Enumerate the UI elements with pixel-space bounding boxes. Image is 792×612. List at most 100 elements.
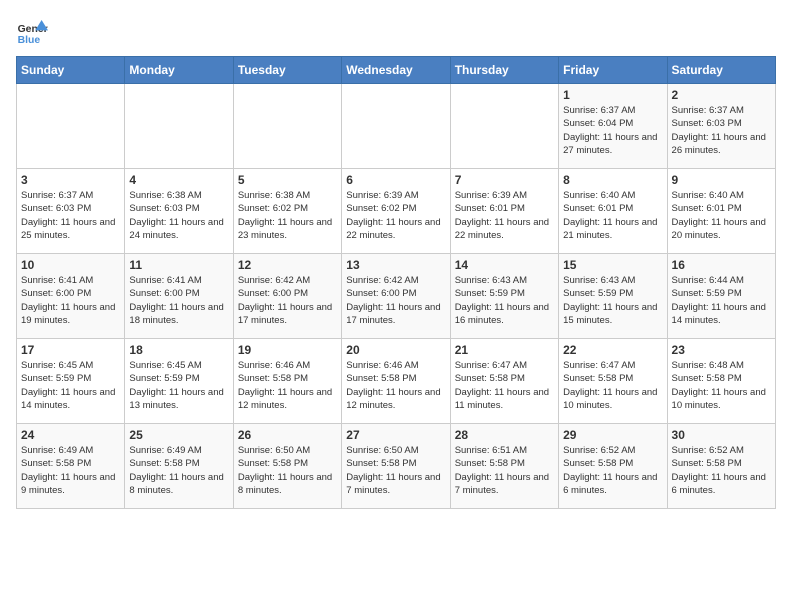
header-row: SundayMondayTuesdayWednesdayThursdayFrid… (17, 57, 776, 84)
column-header-wednesday: Wednesday (342, 57, 450, 84)
day-number: 19 (238, 343, 337, 357)
day-cell (17, 84, 125, 169)
day-cell: 3Sunrise: 6:37 AM Sunset: 6:03 PM Daylig… (17, 169, 125, 254)
day-cell: 22 Sunrise: 6:47 AM Sunset: 5:58 PM Dayli… (559, 339, 667, 424)
day-number: 20 (346, 343, 445, 357)
day-cell: 29 Sunrise: 6:52 AM Sunset: 5:58 PM Dayli… (559, 424, 667, 509)
day-info: Sunrise: 6:38 AM Sunset: 6:02 PM Dayligh… (238, 189, 337, 242)
day-info: Sunrise: 6:48 AM Sunset: 5:58 PM Dayligh… (672, 359, 771, 412)
day-info: Sunrise: 6:37 AM Sunset: 6:03 PM Dayligh… (21, 189, 120, 242)
calendar-table: SundayMondayTuesdayWednesdayThursdayFrid… (16, 56, 776, 509)
day-info: Sunrise: 6:43 AM Sunset: 5:59 PM Dayligh… (455, 274, 554, 327)
day-cell: 13Sunrise: 6:42 AM Sunset: 6:00 PM Dayli… (342, 254, 450, 339)
day-cell: 2 Sunrise: 6:37 AM Sunset: 6:03 PM Daylig… (667, 84, 775, 169)
day-number: 30 (672, 428, 771, 442)
day-info: Sunrise: 6:49 AM Sunset: 5:58 PM Dayligh… (129, 444, 228, 497)
day-number: 21 (455, 343, 554, 357)
day-cell: 10 Sunrise: 6:41 AM Sunset: 6:00 PM Dayli… (17, 254, 125, 339)
day-number: 17 (21, 343, 120, 357)
day-number: 28 (455, 428, 554, 442)
day-cell: 1 Sunrise: 6:37 AM Sunset: 6:04 PM Daylig… (559, 84, 667, 169)
day-info: Sunrise: 6:50 AM Sunset: 5:58 PM Dayligh… (238, 444, 337, 497)
column-header-thursday: Thursday (450, 57, 558, 84)
day-cell: 14 Sunrise: 6:43 AM Sunset: 5:59 PM Dayli… (450, 254, 558, 339)
day-info: Sunrise: 6:46 AM Sunset: 5:58 PM Dayligh… (346, 359, 445, 412)
day-number: 18 (129, 343, 228, 357)
day-info: Sunrise: 6:52 AM Sunset: 5:58 PM Dayligh… (563, 444, 662, 497)
day-info: Sunrise: 6:47 AM Sunset: 5:58 PM Dayligh… (455, 359, 554, 412)
day-number: 8 (563, 173, 662, 187)
day-number: 5 (238, 173, 337, 187)
day-number: 27 (346, 428, 445, 442)
day-cell: 21 Sunrise: 6:47 AM Sunset: 5:58 PM Dayli… (450, 339, 558, 424)
day-info: Sunrise: 6:41 AM Sunset: 6:00 PM Dayligh… (21, 274, 120, 327)
day-info: Sunrise: 6:45 AM Sunset: 5:59 PM Dayligh… (129, 359, 228, 412)
day-info: Sunrise: 6:45 AM Sunset: 5:59 PM Dayligh… (21, 359, 120, 412)
day-cell: 23Sunrise: 6:48 AM Sunset: 5:58 PM Dayli… (667, 339, 775, 424)
day-number: 29 (563, 428, 662, 442)
calendar-body: 1 Sunrise: 6:37 AM Sunset: 6:04 PM Daylig… (17, 84, 776, 509)
day-cell: 12Sunrise: 6:42 AM Sunset: 6:00 PM Dayli… (233, 254, 341, 339)
day-cell: 25 Sunrise: 6:49 AM Sunset: 5:58 PM Dayli… (125, 424, 233, 509)
column-header-tuesday: Tuesday (233, 57, 341, 84)
week-row-3: 10 Sunrise: 6:41 AM Sunset: 6:00 PM Dayli… (17, 254, 776, 339)
day-info: Sunrise: 6:52 AM Sunset: 5:58 PM Dayligh… (672, 444, 771, 497)
day-cell: 6 Sunrise: 6:39 AM Sunset: 6:02 PM Daylig… (342, 169, 450, 254)
day-cell: 30 Sunrise: 6:52 AM Sunset: 5:58 PM Dayli… (667, 424, 775, 509)
day-cell: 16Sunrise: 6:44 AM Sunset: 5:59 PM Dayli… (667, 254, 775, 339)
day-number: 25 (129, 428, 228, 442)
week-row-5: 24 Sunrise: 6:49 AM Sunset: 5:58 PM Dayli… (17, 424, 776, 509)
day-cell: 26 Sunrise: 6:50 AM Sunset: 5:58 PM Dayli… (233, 424, 341, 509)
day-info: Sunrise: 6:41 AM Sunset: 6:00 PM Dayligh… (129, 274, 228, 327)
day-info: Sunrise: 6:40 AM Sunset: 6:01 PM Dayligh… (672, 189, 771, 242)
day-number: 12 (238, 258, 337, 272)
day-number: 11 (129, 258, 228, 272)
week-row-1: 1 Sunrise: 6:37 AM Sunset: 6:04 PM Daylig… (17, 84, 776, 169)
day-cell: 7 Sunrise: 6:39 AM Sunset: 6:01 PM Daylig… (450, 169, 558, 254)
day-cell: 9 Sunrise: 6:40 AM Sunset: 6:01 PM Daylig… (667, 169, 775, 254)
day-info: Sunrise: 6:43 AM Sunset: 5:59 PM Dayligh… (563, 274, 662, 327)
day-number: 10 (21, 258, 120, 272)
column-header-saturday: Saturday (667, 57, 775, 84)
logo-icon: General Blue (16, 16, 48, 48)
column-header-monday: Monday (125, 57, 233, 84)
day-info: Sunrise: 6:42 AM Sunset: 6:00 PM Dayligh… (346, 274, 445, 327)
day-cell: 15Sunrise: 6:43 AM Sunset: 5:59 PM Dayli… (559, 254, 667, 339)
day-info: Sunrise: 6:37 AM Sunset: 6:04 PM Dayligh… (563, 104, 662, 157)
day-number: 4 (129, 173, 228, 187)
day-info: Sunrise: 6:38 AM Sunset: 6:03 PM Dayligh… (129, 189, 228, 242)
day-cell (342, 84, 450, 169)
logo: General Blue (16, 16, 48, 48)
day-info: Sunrise: 6:49 AM Sunset: 5:58 PM Dayligh… (21, 444, 120, 497)
day-number: 2 (672, 88, 771, 102)
svg-text:Blue: Blue (18, 35, 41, 46)
day-cell: 20 Sunrise: 6:46 AM Sunset: 5:58 PM Dayli… (342, 339, 450, 424)
day-info: Sunrise: 6:39 AM Sunset: 6:01 PM Dayligh… (455, 189, 554, 242)
day-number: 22 (563, 343, 662, 357)
day-cell: 17 Sunrise: 6:45 AM Sunset: 5:59 PM Dayli… (17, 339, 125, 424)
calendar-header: SundayMondayTuesdayWednesdayThursdayFrid… (17, 57, 776, 84)
day-number: 7 (455, 173, 554, 187)
week-row-4: 17 Sunrise: 6:45 AM Sunset: 5:59 PM Dayli… (17, 339, 776, 424)
week-row-2: 3Sunrise: 6:37 AM Sunset: 6:03 PM Daylig… (17, 169, 776, 254)
day-number: 26 (238, 428, 337, 442)
day-number: 9 (672, 173, 771, 187)
day-info: Sunrise: 6:40 AM Sunset: 6:01 PM Dayligh… (563, 189, 662, 242)
day-info: Sunrise: 6:37 AM Sunset: 6:03 PM Dayligh… (672, 104, 771, 157)
day-info: Sunrise: 6:47 AM Sunset: 5:58 PM Dayligh… (563, 359, 662, 412)
day-cell: 24 Sunrise: 6:49 AM Sunset: 5:58 PM Dayli… (17, 424, 125, 509)
day-info: Sunrise: 6:51 AM Sunset: 5:58 PM Dayligh… (455, 444, 554, 497)
day-cell (125, 84, 233, 169)
day-info: Sunrise: 6:39 AM Sunset: 6:02 PM Dayligh… (346, 189, 445, 242)
day-info: Sunrise: 6:44 AM Sunset: 5:59 PM Dayligh… (672, 274, 771, 327)
day-info: Sunrise: 6:50 AM Sunset: 5:58 PM Dayligh… (346, 444, 445, 497)
day-cell: 8 Sunrise: 6:40 AM Sunset: 6:01 PM Daylig… (559, 169, 667, 254)
day-number: 14 (455, 258, 554, 272)
day-cell: 18 Sunrise: 6:45 AM Sunset: 5:59 PM Dayli… (125, 339, 233, 424)
day-cell: 5 Sunrise: 6:38 AM Sunset: 6:02 PM Daylig… (233, 169, 341, 254)
day-number: 6 (346, 173, 445, 187)
day-number: 1 (563, 88, 662, 102)
day-cell: 11 Sunrise: 6:41 AM Sunset: 6:00 PM Dayli… (125, 254, 233, 339)
page-header: General Blue (16, 16, 776, 48)
day-number: 24 (21, 428, 120, 442)
